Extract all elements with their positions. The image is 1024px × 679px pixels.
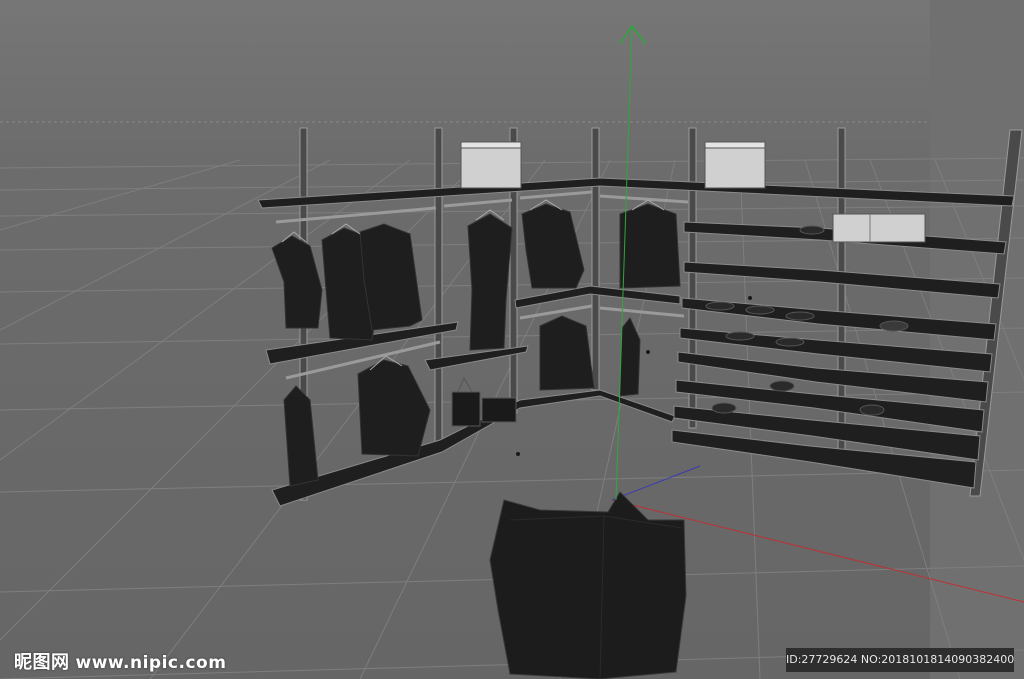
watermark-image-id: ID:27729624 NO:20181018140903824000 xyxy=(786,648,1014,672)
watermark-site-name: 昵图网 xyxy=(14,652,70,673)
watermark-site-url: www.nipic.com xyxy=(75,653,227,673)
watermark-logo: 昵图网 www.nipic.com xyxy=(14,648,226,674)
z-axis-line xyxy=(611,465,701,501)
laundry-bag[interactable] xyxy=(489,491,687,679)
right-wall-panel xyxy=(930,0,1024,679)
scene-canvas[interactable] xyxy=(0,0,1024,679)
3d-viewport[interactable]: 昵图网 www.nipic.com ID:27729624 NO:20181018… xyxy=(0,0,1024,679)
handbag[interactable] xyxy=(451,376,517,427)
y-axis-arrow-icon[interactable] xyxy=(619,24,647,45)
